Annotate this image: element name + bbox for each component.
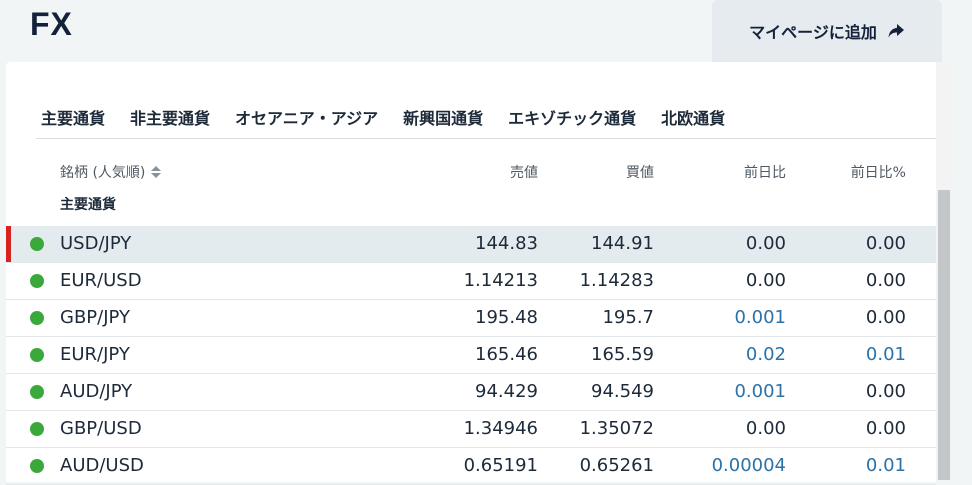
- vertical-scrollbar[interactable]: [936, 62, 952, 482]
- change-pct-value: 0.00: [865, 307, 906, 328]
- pair-name: GBP/USD: [60, 418, 142, 439]
- status-dot-icon: [30, 237, 44, 251]
- pair-name: AUD/USD: [60, 455, 144, 476]
- ask-value: 1.14283: [579, 270, 654, 291]
- header-change: 前日比: [744, 165, 786, 181]
- status-dot-icon: [30, 274, 44, 288]
- status-dot-icon: [30, 348, 44, 362]
- bid-value: 0.65191: [463, 455, 538, 476]
- market-tabs: 主要通貨 非主要通貨 オセアニア・アジア 新興国通貨 エキゾチック通貨 北欧通貨: [36, 98, 936, 139]
- status-dot-icon: [30, 385, 44, 399]
- bid-value: 94.429: [475, 381, 538, 402]
- pair-name: GBP/JPY: [60, 307, 130, 328]
- group-label: 主要通貨: [60, 197, 116, 213]
- ask-value: 94.549: [591, 381, 654, 402]
- ask-value: 144.91: [591, 233, 654, 254]
- change-pct-value: 0.00: [865, 381, 906, 402]
- pair-name: EUR/USD: [60, 270, 142, 291]
- pair-name: EUR/JPY: [60, 344, 130, 365]
- ask-value: 195.7: [602, 307, 654, 328]
- tab-nordic[interactable]: 北欧通貨: [661, 105, 725, 131]
- table-row[interactable]: USD/JPY 144.83 144.91 0.00 0.00: [6, 226, 936, 263]
- bid-value: 1.14213: [463, 270, 538, 291]
- tab-oceania-asia[interactable]: オセアニア・アジア: [235, 105, 378, 131]
- quote-list: USD/JPY 144.83 144.91 0.00 0.00 EUR/USD …: [6, 226, 936, 485]
- status-dot-icon: [30, 459, 44, 473]
- table-header: 銘柄 (人気順) 売値 買値 前日比 前日比%: [6, 158, 936, 188]
- change-value: 0.00004: [711, 455, 786, 476]
- add-to-mypage-label: マイページに追加: [749, 23, 877, 42]
- add-to-mypage-button[interactable]: マイページに追加: [712, 0, 942, 62]
- fx-panel: 主要通貨 非主要通貨 オセアニア・アジア 新興国通貨 エキゾチック通貨 北欧通貨…: [6, 62, 952, 485]
- pair-name: AUD/JPY: [60, 381, 133, 402]
- scrollbar-thumb[interactable]: [938, 190, 950, 480]
- page-title: FX: [30, 6, 73, 42]
- share-arrow-icon: [887, 22, 905, 40]
- tab-major[interactable]: 主要通貨: [41, 105, 105, 131]
- change-value: 0.02: [745, 344, 786, 365]
- change-value: 0.001: [734, 381, 786, 402]
- change-pct-value: 0.00: [865, 418, 906, 439]
- change-pct-value: 0.00: [865, 233, 906, 254]
- sort-by-name-header[interactable]: 銘柄 (人気順): [60, 162, 162, 182]
- header-bid: 売値: [510, 165, 538, 181]
- ask-value: 165.59: [591, 344, 654, 365]
- table-row[interactable]: GBP/USD 1.34946 1.35072 0.00 0.00: [6, 411, 936, 448]
- bid-value: 195.48: [475, 307, 538, 328]
- change-value: 0.00: [745, 418, 786, 439]
- change-pct-value: 0.00: [865, 270, 906, 291]
- header-ask: 買値: [626, 165, 654, 181]
- change-pct-value: 0.01: [865, 455, 906, 476]
- bid-value: 165.46: [475, 344, 538, 365]
- status-dot-icon: [30, 311, 44, 325]
- table-row[interactable]: EUR/USD 1.14213 1.14283 0.00 0.00: [6, 263, 936, 300]
- header-name-label: 銘柄 (人気順): [60, 165, 146, 181]
- pair-name: USD/JPY: [60, 233, 132, 254]
- table-row[interactable]: GBP/JPY 195.48 195.7 0.001 0.00: [6, 300, 936, 337]
- table-row[interactable]: AUD/USD 0.65191 0.65261 0.00004 0.01: [6, 448, 936, 485]
- bid-value: 144.83: [475, 233, 538, 254]
- header-change-pct: 前日比%: [850, 165, 906, 181]
- change-value: 0.00: [745, 233, 786, 254]
- tab-exotic[interactable]: エキゾチック通貨: [508, 105, 636, 131]
- table-row[interactable]: AUD/JPY 94.429 94.549 0.001 0.00: [6, 374, 936, 411]
- tab-emerging[interactable]: 新興国通貨: [403, 105, 483, 131]
- ask-value: 0.65261: [579, 455, 654, 476]
- tab-minor[interactable]: 非主要通貨: [130, 105, 210, 131]
- status-dot-icon: [30, 422, 44, 436]
- change-value: 0.00: [745, 270, 786, 291]
- change-pct-value: 0.01: [865, 344, 906, 365]
- change-value: 0.001: [734, 307, 786, 328]
- ask-value: 1.35072: [579, 418, 654, 439]
- bid-value: 1.34946: [463, 418, 538, 439]
- table-row[interactable]: EUR/JPY 165.46 165.59 0.02 0.01: [6, 337, 936, 374]
- sort-icon: [150, 165, 162, 179]
